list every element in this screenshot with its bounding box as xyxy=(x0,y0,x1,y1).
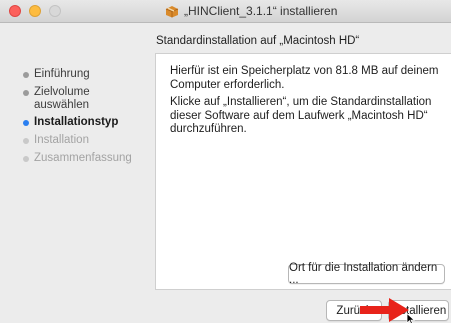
step-zielvolume: Zielvolume auswählen xyxy=(23,86,134,112)
step-dot xyxy=(23,156,29,162)
install-instructions-text: Klicke auf „Installieren“, um die Standa… xyxy=(170,96,432,135)
step-dot xyxy=(23,138,29,144)
step-label: Einführung xyxy=(34,68,90,80)
disk-space-text: Hierfür ist ein Speicherplatz von 81.8 M… xyxy=(170,65,439,91)
mouse-cursor-icon xyxy=(406,313,415,323)
zoom-button[interactable] xyxy=(49,5,61,17)
step-label: Zielvolume auswählen xyxy=(34,86,90,111)
window-title-group: „HINClient_3.1.1“ installieren xyxy=(165,3,337,19)
window-title: „HINClient_3.1.1“ installieren xyxy=(184,4,338,18)
current-step-dot xyxy=(23,120,29,126)
installer-window: „HINClient_3.1.1“ installieren Standardi… xyxy=(0,0,451,323)
change-install-location-button[interactable]: Ort für die Installation ändern ... xyxy=(288,262,445,286)
title-bar: „HINClient_3.1.1“ installieren xyxy=(0,0,451,23)
package-icon xyxy=(165,5,179,17)
step-dot xyxy=(23,72,29,78)
content-panel: Hierfür ist ein Speicherplatz von 81.8 M… xyxy=(155,53,451,290)
red-arrow-annotation xyxy=(360,298,409,322)
step-installationstyp: Installationstyp xyxy=(23,116,119,129)
step-einfuehrung: Einführung xyxy=(23,68,90,81)
page-subtitle: Standardinstallation auf „Macintosh HD“ xyxy=(156,35,360,47)
step-dot xyxy=(23,90,29,96)
close-button[interactable] xyxy=(9,5,21,17)
step-zusammenfassung: Zusammenfassung xyxy=(23,152,132,165)
step-label: Installationstyp xyxy=(34,116,119,128)
step-label: Installation xyxy=(34,134,89,146)
step-label: Zusammenfassung xyxy=(34,152,132,164)
minimize-button[interactable] xyxy=(29,5,41,17)
step-installation: Installation xyxy=(23,134,89,147)
